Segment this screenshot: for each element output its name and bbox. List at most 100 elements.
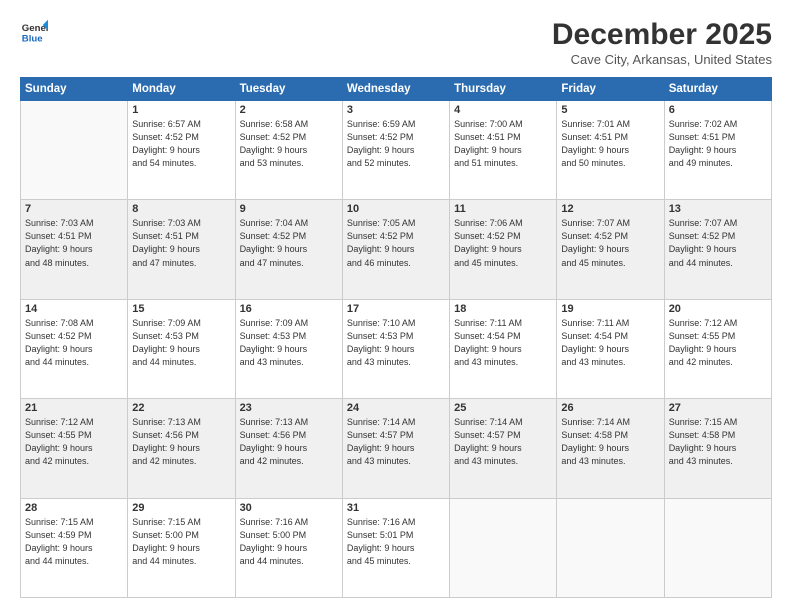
day-info: Sunrise: 7:14 AM Sunset: 4:58 PM Dayligh… <box>561 416 659 468</box>
header: General Blue December 2025 Cave City, Ar… <box>20 18 772 67</box>
day-info: Sunrise: 7:15 AM Sunset: 4:59 PM Dayligh… <box>25 516 123 568</box>
table-row: 28 Sunrise: 7:15 AM Sunset: 4:59 PM Dayli… <box>21 498 128 597</box>
table-row: 18Sunrise: 7:11 AM Sunset: 4:54 PM Dayli… <box>450 299 557 398</box>
col-saturday: Saturday <box>664 78 771 101</box>
day-info: Sunrise: 7:10 AM Sunset: 4:53 PM Dayligh… <box>347 317 445 369</box>
col-monday: Monday <box>128 78 235 101</box>
day-number: 10 <box>347 203 445 215</box>
title-area: December 2025 Cave City, Arkansas, Unite… <box>552 18 772 67</box>
calendar: Sunday Monday Tuesday Wednesday Thursday… <box>20 77 772 598</box>
table-row: 26 Sunrise: 7:14 AM Sunset: 4:58 PM Dayli… <box>557 399 664 498</box>
table-row: 24Sunrise: 7:14 AM Sunset: 4:57 PM Dayli… <box>342 399 449 498</box>
table-row: 25Sunrise: 7:14 AM Sunset: 4:57 PM Dayli… <box>450 399 557 498</box>
table-row: 3 Sunrise: 6:59 AM Sunset: 4:52 PM Daylig… <box>342 101 449 200</box>
calendar-week-row: 7 Sunrise: 7:03 AM Sunset: 4:51 PM Daylig… <box>21 200 772 299</box>
day-info: Sunrise: 7:03 AM Sunset: 4:51 PM Dayligh… <box>25 217 123 269</box>
col-thursday: Thursday <box>450 78 557 101</box>
day-info: Sunrise: 7:00 AM Sunset: 4:51 PM Dayligh… <box>454 118 552 170</box>
day-number: 29 <box>132 502 230 514</box>
table-row: 9Sunrise: 7:04 AM Sunset: 4:52 PM Daylig… <box>235 200 342 299</box>
day-number: 30 <box>240 502 338 514</box>
day-info: Sunrise: 6:57 AM Sunset: 4:52 PM Dayligh… <box>132 118 230 170</box>
day-number: 15 <box>132 303 230 315</box>
col-friday: Friday <box>557 78 664 101</box>
table-row: 20 Sunrise: 7:12 AM Sunset: 4:55 PM Dayli… <box>664 299 771 398</box>
table-row: 11Sunrise: 7:06 AM Sunset: 4:52 PM Dayli… <box>450 200 557 299</box>
day-number: 5 <box>561 104 659 116</box>
day-number: 2 <box>240 104 338 116</box>
day-info: Sunrise: 7:06 AM Sunset: 4:52 PM Dayligh… <box>454 217 552 269</box>
day-info: Sunrise: 7:12 AM Sunset: 4:55 PM Dayligh… <box>669 317 767 369</box>
day-number: 14 <box>25 303 123 315</box>
day-number: 16 <box>240 303 338 315</box>
day-info: Sunrise: 7:11 AM Sunset: 4:54 PM Dayligh… <box>561 317 659 369</box>
table-row: 12Sunrise: 7:07 AM Sunset: 4:52 PM Dayli… <box>557 200 664 299</box>
table-row: 29 Sunrise: 7:15 AM Sunset: 5:00 PM Dayli… <box>128 498 235 597</box>
day-number: 20 <box>669 303 767 315</box>
table-row <box>664 498 771 597</box>
day-number: 21 <box>25 402 123 414</box>
logo: General Blue <box>20 18 48 46</box>
day-info: Sunrise: 7:01 AM Sunset: 4:51 PM Dayligh… <box>561 118 659 170</box>
table-row <box>21 101 128 200</box>
table-row: 15 Sunrise: 7:09 AM Sunset: 4:53 PM Dayli… <box>128 299 235 398</box>
day-info: Sunrise: 7:13 AM Sunset: 4:56 PM Dayligh… <box>240 416 338 468</box>
day-info: Sunrise: 7:15 AM Sunset: 5:00 PM Dayligh… <box>132 516 230 568</box>
logo-icon: General Blue <box>20 18 48 46</box>
calendar-week-row: 28 Sunrise: 7:15 AM Sunset: 4:59 PM Dayli… <box>21 498 772 597</box>
day-number: 26 <box>561 402 659 414</box>
day-number: 8 <box>132 203 230 215</box>
month-title: December 2025 <box>552 18 772 52</box>
day-info: Sunrise: 7:16 AM Sunset: 5:00 PM Dayligh… <box>240 516 338 568</box>
table-row <box>450 498 557 597</box>
table-row: 5 Sunrise: 7:01 AM Sunset: 4:51 PM Daylig… <box>557 101 664 200</box>
day-info: Sunrise: 7:09 AM Sunset: 4:53 PM Dayligh… <box>240 317 338 369</box>
calendar-week-row: 21 Sunrise: 7:12 AM Sunset: 4:55 PM Dayli… <box>21 399 772 498</box>
day-number: 31 <box>347 502 445 514</box>
day-info: Sunrise: 7:16 AM Sunset: 5:01 PM Dayligh… <box>347 516 445 568</box>
day-info: Sunrise: 7:07 AM Sunset: 4:52 PM Dayligh… <box>561 217 659 269</box>
day-info: Sunrise: 7:09 AM Sunset: 4:53 PM Dayligh… <box>132 317 230 369</box>
table-row: 14 Sunrise: 7:08 AM Sunset: 4:52 PM Dayli… <box>21 299 128 398</box>
day-number: 4 <box>454 104 552 116</box>
table-row: 2 Sunrise: 6:58 AM Sunset: 4:52 PM Daylig… <box>235 101 342 200</box>
table-row: 19 Sunrise: 7:11 AM Sunset: 4:54 PM Dayli… <box>557 299 664 398</box>
table-row: 8 Sunrise: 7:03 AM Sunset: 4:51 PM Daylig… <box>128 200 235 299</box>
page: General Blue December 2025 Cave City, Ar… <box>0 0 792 612</box>
table-row: 7 Sunrise: 7:03 AM Sunset: 4:51 PM Daylig… <box>21 200 128 299</box>
day-info: Sunrise: 7:03 AM Sunset: 4:51 PM Dayligh… <box>132 217 230 269</box>
day-info: Sunrise: 7:14 AM Sunset: 4:57 PM Dayligh… <box>347 416 445 468</box>
day-number: 19 <box>561 303 659 315</box>
day-info: Sunrise: 7:05 AM Sunset: 4:52 PM Dayligh… <box>347 217 445 269</box>
day-info: Sunrise: 7:04 AM Sunset: 4:52 PM Dayligh… <box>240 217 338 269</box>
table-row: 27Sunrise: 7:15 AM Sunset: 4:58 PM Dayli… <box>664 399 771 498</box>
table-row: 21 Sunrise: 7:12 AM Sunset: 4:55 PM Dayli… <box>21 399 128 498</box>
day-number: 23 <box>240 402 338 414</box>
day-info: Sunrise: 7:12 AM Sunset: 4:55 PM Dayligh… <box>25 416 123 468</box>
day-number: 22 <box>132 402 230 414</box>
day-info: Sunrise: 7:13 AM Sunset: 4:56 PM Dayligh… <box>132 416 230 468</box>
day-number: 28 <box>25 502 123 514</box>
table-row: 10 Sunrise: 7:05 AM Sunset: 4:52 PM Dayli… <box>342 200 449 299</box>
day-number: 1 <box>132 104 230 116</box>
col-wednesday: Wednesday <box>342 78 449 101</box>
subtitle: Cave City, Arkansas, United States <box>552 52 772 67</box>
day-number: 3 <box>347 104 445 116</box>
day-info: Sunrise: 6:59 AM Sunset: 4:52 PM Dayligh… <box>347 118 445 170</box>
day-number: 25 <box>454 402 552 414</box>
day-number: 7 <box>25 203 123 215</box>
col-tuesday: Tuesday <box>235 78 342 101</box>
table-row: 4 Sunrise: 7:00 AM Sunset: 4:51 PM Daylig… <box>450 101 557 200</box>
table-row: 16 Sunrise: 7:09 AM Sunset: 4:53 PM Dayli… <box>235 299 342 398</box>
day-info: Sunrise: 6:58 AM Sunset: 4:52 PM Dayligh… <box>240 118 338 170</box>
table-row: 31 Sunrise: 7:16 AM Sunset: 5:01 PM Dayli… <box>342 498 449 597</box>
calendar-week-row: 1 Sunrise: 6:57 AM Sunset: 4:52 PM Daylig… <box>21 101 772 200</box>
table-row: 22 Sunrise: 7:13 AM Sunset: 4:56 PM Dayli… <box>128 399 235 498</box>
col-sunday: Sunday <box>21 78 128 101</box>
day-number: 17 <box>347 303 445 315</box>
day-number: 18 <box>454 303 552 315</box>
table-row <box>557 498 664 597</box>
day-info: Sunrise: 7:15 AM Sunset: 4:58 PM Dayligh… <box>669 416 767 468</box>
day-info: Sunrise: 7:08 AM Sunset: 4:52 PM Dayligh… <box>25 317 123 369</box>
table-row: 23 Sunrise: 7:13 AM Sunset: 4:56 PM Dayli… <box>235 399 342 498</box>
